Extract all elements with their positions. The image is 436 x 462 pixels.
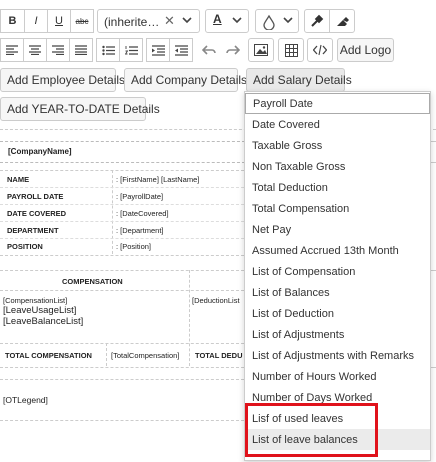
info-value: : [DateCovered] (116, 209, 169, 218)
info-row: NAME : [FirstName] [LastName] (0, 170, 244, 188)
clear-format-button[interactable] (329, 9, 355, 33)
info-row: PAYROLL DATE : [PayrollDate] (0, 187, 244, 205)
chevron-down-icon[interactable] (182, 14, 192, 26)
add-salary-details-button[interactable]: Add Salary Details (246, 68, 352, 92)
outdent-icon (174, 44, 188, 56)
font-color-letter: A (213, 12, 222, 26)
menu-item-list-of-compensation[interactable]: List of Compensation (245, 261, 430, 282)
chevron-down-icon (232, 14, 242, 26)
redo-button[interactable] (221, 38, 245, 62)
menu-item-date-covered[interactable]: Date Covered (245, 114, 430, 135)
table-icon (284, 43, 298, 57)
code-icon (313, 44, 327, 56)
info-row: DATE COVERED : [DateCovered] (0, 204, 244, 222)
paint-drop-icon (262, 14, 276, 30)
redo-icon (226, 44, 240, 56)
align-center-icon (29, 45, 41, 55)
menu-item-list-of-deduction[interactable]: List of Deduction (245, 303, 430, 324)
chevron-down-icon (283, 14, 293, 26)
menu-item-list-of-balances[interactable]: List of Balances (245, 282, 430, 303)
info-value: : [Department] (116, 226, 164, 235)
info-label: POSITION (7, 242, 43, 251)
font-family-value: (inherite… (104, 15, 160, 29)
undo-icon (202, 44, 216, 56)
menu-item-number-of-hours-worked[interactable]: Number of Hours Worked (245, 366, 430, 387)
underline-button[interactable]: U (47, 9, 71, 33)
indent-button[interactable] (146, 38, 170, 62)
info-row: DEPARTMENT : [Department] (0, 221, 244, 239)
info-value: : [FirstName] [LastName] (116, 175, 200, 184)
align-left-button[interactable] (0, 38, 24, 62)
indent-icon (151, 44, 165, 56)
format-painter-button[interactable] (304, 9, 330, 33)
leave-usage-list: [LeaveUsageList] (3, 305, 77, 316)
bullet-list-button[interactable] (96, 38, 120, 62)
menu-item-total-deduction[interactable]: Total Deduction (245, 177, 430, 198)
info-label: NAME (7, 175, 30, 184)
menu-item-list-of-adjustments-with-remarks[interactable]: List of Adjustments with Remarks (245, 345, 430, 366)
add-employee-details-button[interactable]: Add Employee Details (0, 68, 125, 92)
compensation-table: COMPENSATION [CompensationList] [LeaveUs… (0, 270, 244, 368)
align-right-icon (52, 45, 64, 55)
menu-item-list-of-adjustments[interactable]: List of Adjustments (245, 324, 430, 345)
add-company-details-button[interactable]: Add Company Details (124, 68, 247, 92)
bold-button[interactable]: B (0, 9, 25, 33)
menu-item-taxable-gross[interactable]: Taxable Gross (245, 135, 430, 156)
bullet-list-icon (101, 45, 115, 56)
insert-table-button[interactable] (278, 38, 304, 62)
image-icon (254, 44, 268, 56)
add-logo-button[interactable]: Add Logo (337, 38, 394, 62)
menu-item-net-pay[interactable]: Net Pay (245, 219, 430, 240)
company-name: [CompanyName] (8, 147, 72, 156)
font-color-button[interactable]: A (205, 9, 249, 33)
menu-item-assumed-accrued-13th-month[interactable]: Assumed Accrued 13th Month (245, 240, 430, 261)
align-right-button[interactable] (46, 38, 70, 62)
leave-balance-list: [LeaveBalanceList] (3, 316, 84, 327)
code-view-button[interactable] (307, 38, 333, 62)
highlight-color-button[interactable] (255, 9, 299, 33)
menu-item-total-compensation[interactable]: Total Compensation (245, 198, 430, 219)
font-family-select[interactable]: (inherite… ✕ (97, 9, 200, 33)
align-left-icon (6, 45, 18, 55)
info-row: POSITION : [Position] (0, 238, 244, 254)
info-label: DEPARTMENT (7, 226, 59, 235)
info-label: DATE COVERED (7, 209, 67, 218)
highlight-annotation-box (245, 403, 378, 457)
clear-icon[interactable]: ✕ (164, 13, 175, 29)
justify-icon (75, 45, 87, 55)
total-compensation-label: TOTAL COMPENSATION (5, 351, 92, 360)
ot-legend: [OTLegend] (3, 395, 48, 405)
align-center-button[interactable] (23, 38, 47, 62)
justify-button[interactable] (69, 38, 93, 62)
numbered-list-icon (124, 45, 138, 56)
menu-item-payroll-date[interactable]: Payroll Date (245, 93, 430, 114)
outdent-button[interactable] (169, 38, 193, 62)
numbered-list-button[interactable] (119, 38, 143, 62)
compensation-list: [CompensationList] (3, 296, 68, 305)
insert-image-button[interactable] (248, 38, 274, 62)
format-painter-icon (310, 14, 324, 28)
add-ytd-details-button[interactable]: Add YEAR-TO-DATE Details (0, 97, 160, 121)
employee-info-table: NAME : [FirstName] [LastName] PAYROLL DA… (0, 170, 244, 256)
strikethrough-button[interactable]: abc (70, 9, 94, 33)
info-value: : [Position] (116, 242, 152, 251)
menu-item-non-taxable-gross[interactable]: Non Taxable Gross (245, 156, 430, 177)
info-value: : [PayrollDate] (116, 192, 164, 201)
deduction-list: [DeductionList (192, 296, 240, 305)
undo-button[interactable] (197, 38, 221, 62)
eraser-icon (335, 14, 349, 28)
italic-button[interactable]: I (24, 9, 48, 33)
total-compensation-value: [TotalCompensation] (111, 351, 180, 360)
info-label: PAYROLL DATE (7, 192, 64, 201)
compensation-header: COMPENSATION (62, 277, 123, 286)
total-deduction-label: TOTAL DEDU (195, 351, 243, 360)
